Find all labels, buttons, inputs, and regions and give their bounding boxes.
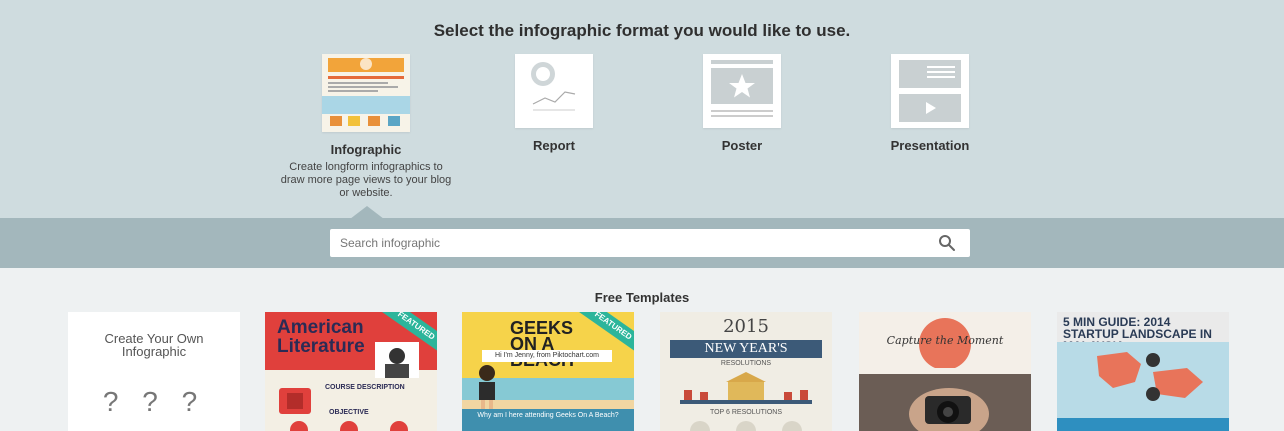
circles-decoration — [290, 421, 408, 431]
book-icon — [279, 388, 311, 414]
template-geeks-on-a-beach[interactable]: GEEKS ON A BEACH FEATURED Hi I'm Jenny, … — [462, 312, 634, 431]
template-american-literature[interactable]: American Literature FEATURED COURSE DESC… — [265, 312, 437, 431]
search-bar[interactable] — [330, 229, 970, 257]
presentation-thumbnail[interactable] — [891, 54, 969, 128]
template-subtitle: RESOLUTIONS — [720, 360, 772, 367]
circles-decoration — [690, 421, 802, 431]
format-infographic[interactable]: Infographic Create longform infographics… — [276, 54, 456, 200]
question-marks-icon: ? ? ? — [102, 386, 206, 417]
format-label: Infographic — [330, 142, 402, 157]
person-illustration — [479, 365, 495, 410]
search-icon[interactable] — [938, 234, 956, 252]
infographic-thumbnail[interactable] — [322, 54, 410, 132]
template-section-heading: OBJECTIVE — [329, 409, 369, 416]
report-thumbnail[interactable] — [515, 54, 593, 128]
portrait-image — [375, 342, 419, 378]
search-input[interactable] — [340, 229, 900, 257]
templates-title: Free Templates — [594, 290, 690, 305]
template-question: Why am I here attending Geeks On A Beach… — [462, 409, 634, 431]
format-poster[interactable]: Poster — [652, 54, 832, 153]
template-title: Capture the Moment — [886, 334, 1004, 347]
camera-photo — [859, 374, 1031, 431]
template-startup-landscape[interactable]: 5 MIN GUIDE: 2014 STARTUP LANDSCAPE IN M… — [1057, 312, 1229, 431]
template-section-heading: COURSE DESCRIPTION — [325, 384, 405, 391]
house-illustration — [680, 372, 812, 404]
panel-title: Select the infographic format you would … — [433, 21, 851, 40]
map-illustration — [1057, 342, 1229, 431]
format-label: Poster — [721, 138, 763, 153]
format-panel: Select the infographic format you would … — [0, 0, 1284, 218]
format-label: Report — [533, 138, 575, 153]
format-description: Create longform infographics to draw mor… — [280, 161, 452, 199]
poster-thumbnail[interactable] — [703, 54, 781, 128]
template-title: American Literature — [277, 317, 365, 357]
template-create-own[interactable]: Create Your Own Infographic ? ? ? — [68, 312, 240, 431]
template-capture-the-moment[interactable]: Capture the Moment — [859, 312, 1031, 431]
template-section-heading: TOP 6 RESOLUTIONS — [709, 409, 783, 416]
template-banner: Hi I'm Jenny, from Piktochart.com — [482, 350, 612, 362]
template-year: 2015 — [723, 316, 769, 337]
template-new-years-resolutions[interactable]: 2015 NEW YEAR'S RESOLUTIONS TOP 6 RESOLU… — [660, 312, 832, 431]
format-label: Presentation — [890, 138, 970, 153]
format-report[interactable]: Report — [464, 54, 644, 153]
template-title: NEW YEAR'S — [670, 340, 822, 358]
create-own-label: Create Your Own Infographic — [104, 331, 204, 359]
format-presentation[interactable]: Presentation — [840, 54, 1020, 153]
